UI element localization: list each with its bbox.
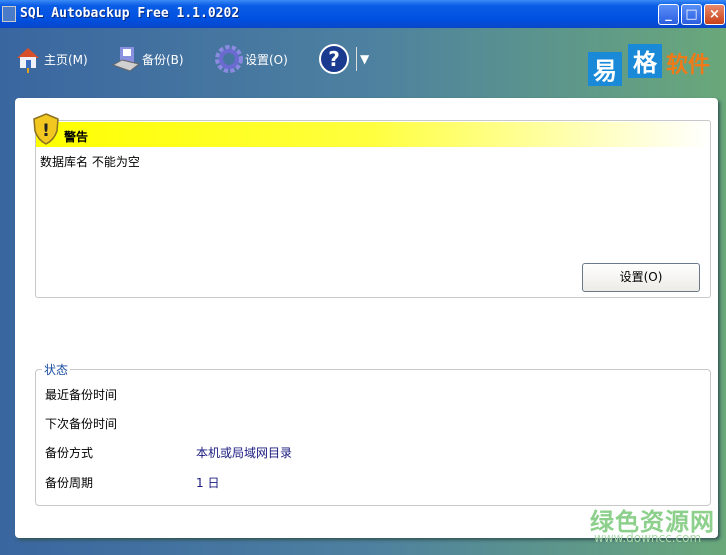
svg-text:格: 格	[633, 49, 658, 77]
help-button[interactable]: ? ▼	[318, 42, 369, 76]
status-row: 最近备份时间	[45, 386, 117, 403]
status-value: 1 日	[196, 476, 220, 490]
main-panel: 警告 ! 数据库名 不能为空 设置(O) 状态 最近备份时间 下次备份时间 备份…	[15, 98, 718, 538]
warning-title: 警告	[64, 130, 89, 144]
app-icon	[2, 6, 16, 22]
help-icon: ?	[319, 44, 349, 74]
window-title: SQL Autobackup Free 1.1.0202	[20, 6, 240, 21]
settings-action-button[interactable]: 设置(O)	[582, 263, 700, 292]
gear-icon	[215, 45, 243, 73]
status-label: 备份方式	[45, 446, 94, 460]
status-label: 备份周期	[45, 476, 94, 490]
status-row: 备份方式 本机或局域网目录	[45, 444, 292, 461]
backup-button[interactable]: 备份(B)	[112, 42, 184, 76]
status-legend: 状态	[42, 361, 71, 378]
status-value: 本机或局域网目录	[196, 446, 293, 460]
warning-message: 数据库名 不能为空	[40, 155, 140, 169]
close-button[interactable]: ×	[704, 4, 725, 25]
svg-text:易: 易	[593, 57, 617, 85]
maximize-button[interactable]: □	[681, 4, 702, 25]
status-row: 备份周期 1 日	[45, 474, 219, 491]
warning-header: 警告	[36, 122, 710, 147]
status-label: 下次备份时间	[45, 417, 118, 431]
svg-text:软件: 软件	[666, 52, 710, 78]
home-icon	[17, 48, 39, 73]
watermark-url: www.downcc.com	[594, 531, 702, 545]
warning-box: 警告 ! 数据库名 不能为空 设置(O)	[33, 113, 711, 298]
status-row: 下次备份时间	[45, 415, 117, 432]
svg-text:?: ?	[328, 47, 340, 71]
backup-disk-icon	[112, 47, 140, 72]
minimize-button[interactable]: _	[658, 4, 679, 25]
brand-logo: 易 格 软件	[588, 42, 718, 88]
home-button[interactable]: 主页(M)	[14, 42, 88, 76]
help-dropdown-arrow[interactable]: ▼	[356, 47, 369, 71]
warning-shield-icon: !	[33, 113, 59, 145]
status-label: 最近备份时间	[45, 388, 118, 402]
settings-button[interactable]: 设置(O)	[215, 42, 288, 76]
status-group: 状态 最近备份时间 下次备份时间 备份方式 本机或局域网目录 备份周期 1 日	[35, 361, 711, 506]
title-bar: SQL Autobackup Free 1.1.0202 _ □ ×	[0, 0, 726, 28]
svg-text:!: !	[42, 121, 50, 141]
